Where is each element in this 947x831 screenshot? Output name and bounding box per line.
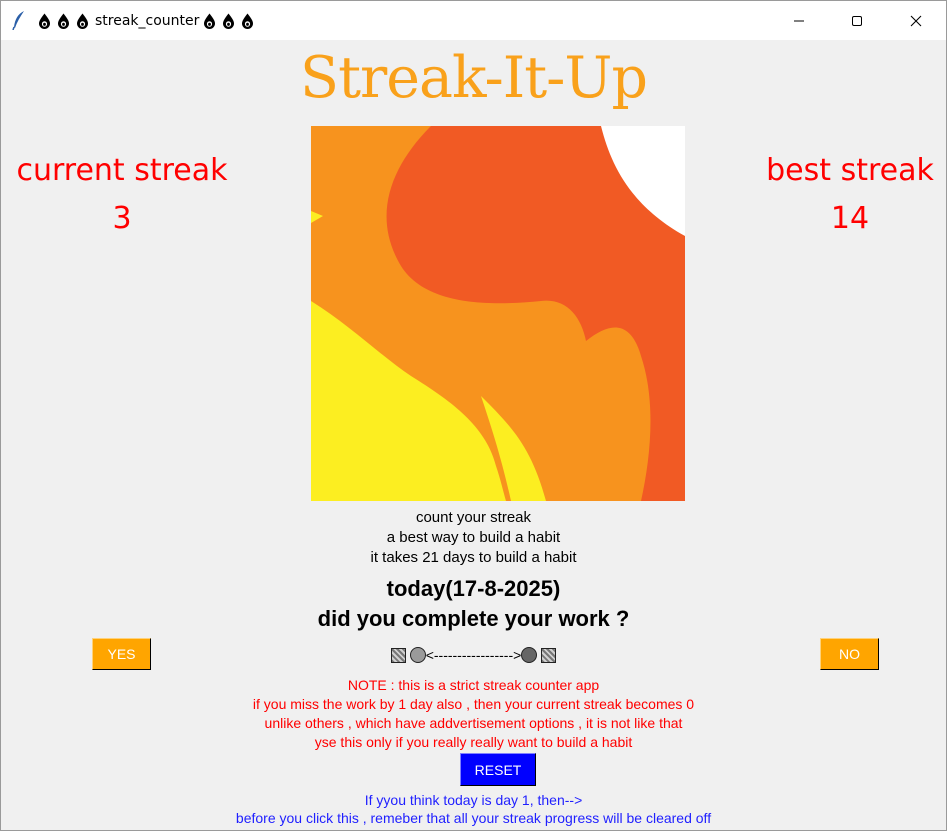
flame-image — [311, 126, 685, 501]
minimize-button[interactable] — [770, 1, 828, 40]
maximize-button[interactable] — [828, 1, 886, 40]
note-line-3: unlike others , which have addvertisemen… — [264, 715, 683, 731]
tagline-line-2: a best way to build a habit — [386, 529, 561, 546]
info-line-2: before you click this , remeber that all… — [235, 810, 712, 826]
note-line-2: if you miss the work by 1 day also , the… — [252, 696, 695, 712]
completion-question: did you complete your work ? — [317, 606, 630, 631]
water-drop-icon — [77, 13, 88, 29]
water-drop-icon — [58, 13, 69, 29]
close-icon — [910, 15, 922, 26]
hatched-square-icon — [390, 647, 406, 663]
window-title: streak_counter — [38, 1, 260, 40]
water-drop-icon — [242, 13, 254, 29]
close-button[interactable] — [887, 1, 945, 40]
best-streak-label: best streak — [766, 153, 934, 188]
progress-decoration: <-----------------> — [1, 645, 946, 665]
hatched-square-icon — [541, 647, 557, 663]
water-drop-icon — [39, 13, 50, 29]
feather-icon — [12, 11, 24, 30]
tagline-line-1: count your streak — [415, 509, 532, 526]
water-drop-icon — [223, 13, 235, 29]
current-streak-value: 3 — [112, 201, 132, 236]
app-window: streak_counter Streak-It-Up current stre… — [0, 0, 947, 831]
current-streak-label: current streak — [16, 153, 228, 188]
window-title-text: streak_counter — [95, 12, 200, 29]
water-drop-icon — [204, 13, 216, 29]
arrow-text: <-----------------> — [425, 647, 522, 663]
maximize-icon — [852, 15, 862, 26]
circle-icon — [521, 647, 538, 663]
date-line: today(17-8-2025) — [386, 576, 561, 601]
minimize-icon — [794, 20, 804, 21]
note-line-4: yse this only if you really really want … — [314, 734, 633, 750]
note-line-1: NOTE : this is a strict streak counter a… — [347, 677, 600, 693]
circle-icon — [409, 647, 426, 663]
title-bar: streak_counter — [1, 1, 946, 40]
reset-button[interactable]: RESET — [460, 753, 536, 786]
app-title: Streak-It-Up — [300, 45, 648, 111]
info-line-1: If yyou think today is day 1, then--> — [364, 792, 583, 808]
best-streak-value: 14 — [830, 201, 870, 236]
tagline-line-3: it takes 21 days to build a habit — [370, 549, 577, 566]
